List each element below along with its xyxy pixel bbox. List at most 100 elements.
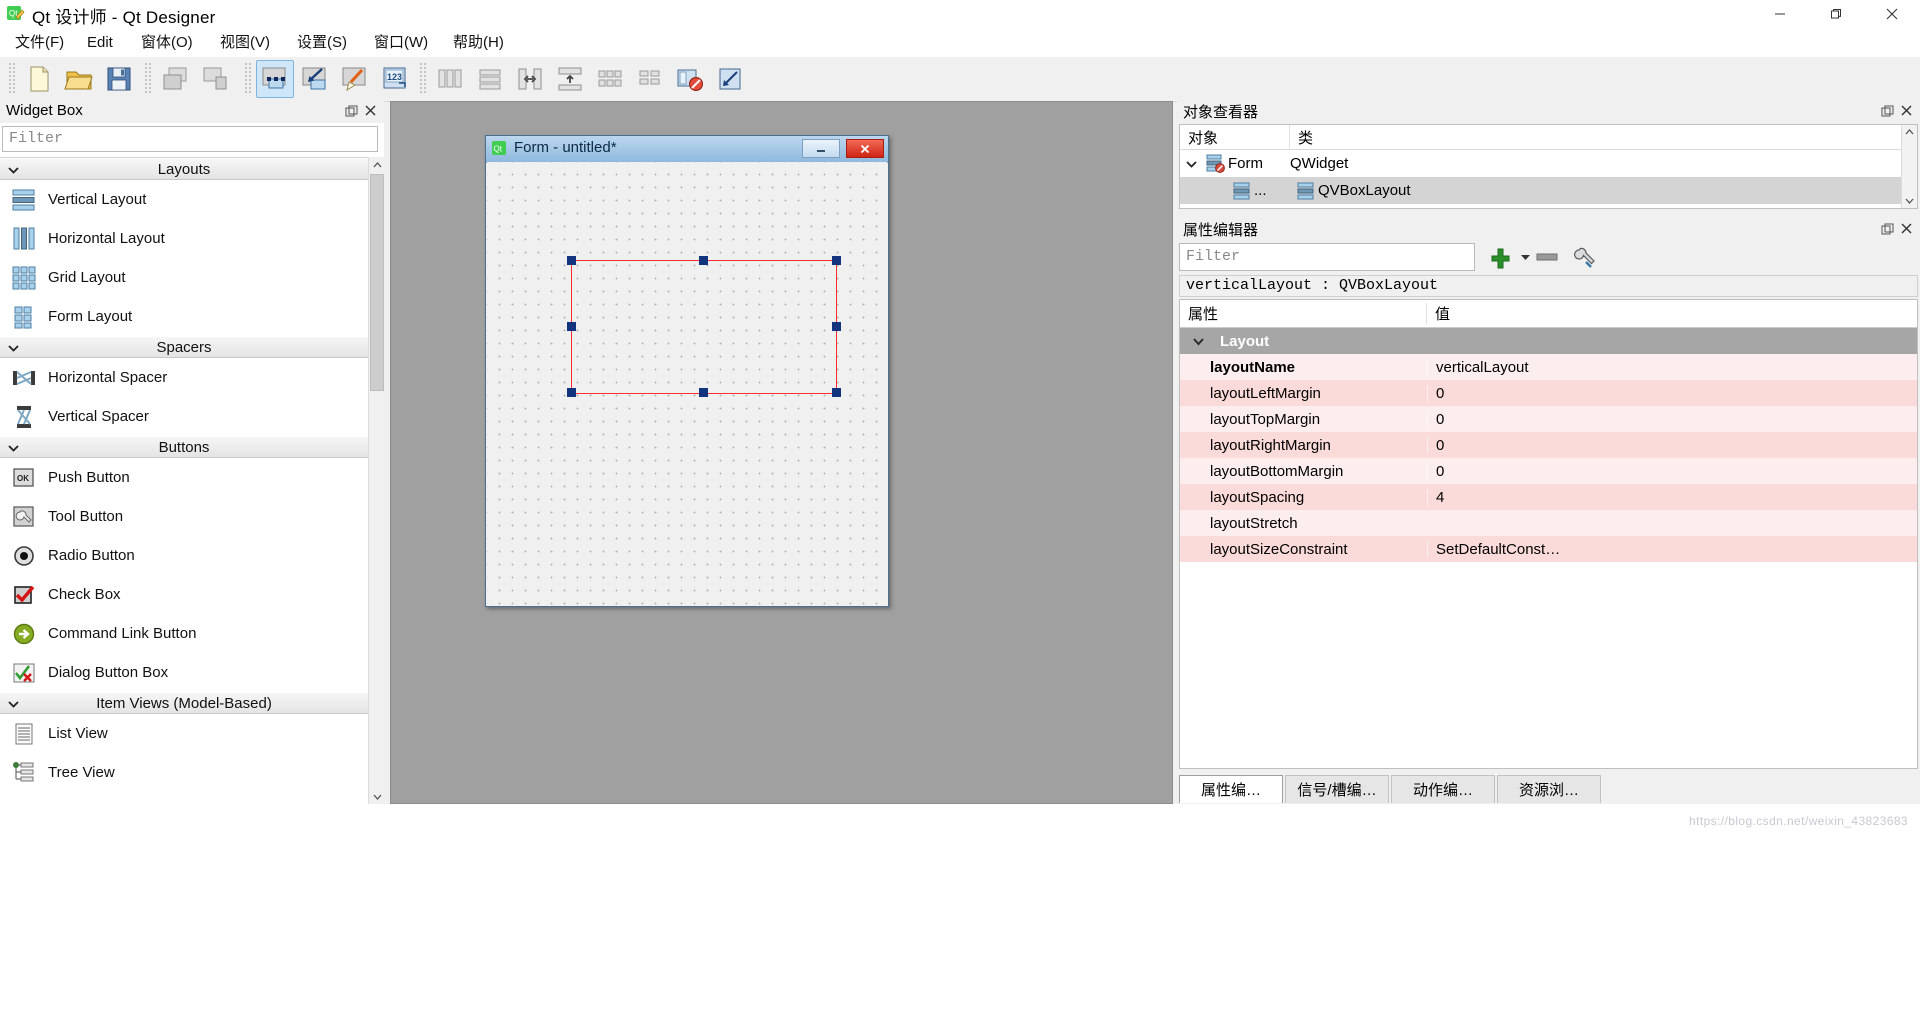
property-value[interactable]: 4 bbox=[1427, 488, 1917, 506]
tab-action-editor[interactable]: 动作编… bbox=[1391, 775, 1495, 803]
resize-handle-top-left[interactable] bbox=[567, 256, 576, 265]
toolbar-grip[interactable] bbox=[143, 63, 152, 95]
property-table[interactable]: 属性 值 Layout layoutName verticalLayout la… bbox=[1179, 299, 1918, 769]
configure-button[interactable] bbox=[1569, 244, 1601, 270]
toolbar-grip[interactable] bbox=[7, 63, 16, 95]
maximize-button[interactable] bbox=[1808, 0, 1864, 28]
widget-box-filter-input[interactable]: Filter bbox=[2, 126, 378, 152]
new-form-button[interactable] bbox=[20, 60, 58, 98]
redo-button[interactable] bbox=[196, 60, 234, 98]
property-value[interactable]: SetDefaultConst… bbox=[1427, 540, 1917, 558]
property-value[interactable]: 0 bbox=[1427, 410, 1917, 428]
chevron-down-icon[interactable] bbox=[1192, 334, 1205, 351]
widget-item-vertical-spacer[interactable]: Vertical Spacer bbox=[0, 397, 368, 436]
widget-item-push-button[interactable]: OK Push Button bbox=[0, 458, 368, 497]
widget-box-list[interactable]: Layouts Vertical Layout Horizontal Layou… bbox=[0, 157, 368, 805]
property-row-layoutBottomMargin[interactable]: layoutBottomMargin 0 bbox=[1180, 458, 1917, 484]
column-property[interactable]: 属性 bbox=[1180, 303, 1427, 324]
menu-settings[interactable]: 设置(S) bbox=[288, 28, 356, 57]
resize-handle-middle-left[interactable] bbox=[567, 322, 576, 331]
widget-box-scrollbar[interactable] bbox=[368, 157, 385, 804]
adjust-size-button[interactable] bbox=[711, 60, 749, 98]
close-icon[interactable] bbox=[1900, 222, 1913, 239]
widget-item-grid-layout[interactable]: Grid Layout bbox=[0, 258, 368, 297]
property-row-layoutTopMargin[interactable]: layoutTopMargin 0 bbox=[1180, 406, 1917, 432]
resize-handle-middle-right[interactable] bbox=[832, 322, 841, 331]
widget-item-command-link-button[interactable]: Command Link Button bbox=[0, 614, 368, 653]
close-icon[interactable] bbox=[1900, 104, 1913, 121]
resize-handle-bottom-center[interactable] bbox=[699, 388, 708, 397]
widget-item-dialog-button-box[interactable]: Dialog Button Box bbox=[0, 653, 368, 692]
property-value[interactable]: 0 bbox=[1427, 436, 1917, 454]
property-row-layoutSizeConstraint[interactable]: layoutSizeConstraint SetDefaultConst… bbox=[1180, 536, 1917, 562]
form-window-caption[interactable]: Qt Form - untitled* bbox=[486, 136, 888, 163]
resize-handle-top-right[interactable] bbox=[832, 256, 841, 265]
widget-box-section-layouts[interactable]: Layouts bbox=[0, 158, 368, 180]
open-form-button[interactable] bbox=[60, 60, 98, 98]
scroll-up-icon[interactable] bbox=[369, 157, 385, 173]
layout-vertically-button[interactable] bbox=[471, 60, 509, 98]
property-row-layoutRightMargin[interactable]: layoutRightMargin 0 bbox=[1180, 432, 1917, 458]
property-value[interactable]: 0 bbox=[1427, 384, 1917, 402]
form-close-button[interactable] bbox=[846, 139, 884, 158]
object-inspector-row-form[interactable]: Form QWidget bbox=[1180, 150, 1917, 177]
property-row-layoutStretch[interactable]: layoutStretch bbox=[1180, 510, 1917, 536]
form-canvas-area[interactable]: Qt Form - untitled* bbox=[390, 101, 1173, 804]
toolbar-grip[interactable] bbox=[243, 63, 252, 95]
break-layout-button[interactable] bbox=[671, 60, 709, 98]
form-minimize-button[interactable] bbox=[802, 139, 840, 158]
toolbar-grip[interactable] bbox=[418, 63, 427, 95]
chevron-down-icon[interactable] bbox=[1180, 158, 1202, 170]
form-design-surface[interactable] bbox=[487, 162, 887, 605]
scroll-down-icon[interactable] bbox=[1902, 193, 1917, 208]
menu-view[interactable]: 视图(V) bbox=[211, 28, 279, 57]
menu-file[interactable]: 文件(F) bbox=[6, 28, 73, 57]
object-inspector-tree[interactable]: 对象 类 Form QWidget ... QVBoxLayout bbox=[1179, 124, 1918, 209]
menu-help[interactable]: 帮助(H) bbox=[444, 28, 513, 57]
close-icon[interactable] bbox=[364, 104, 377, 121]
property-row-layoutSpacing[interactable]: layoutSpacing 4 bbox=[1180, 484, 1917, 510]
edit-tab-order-button[interactable]: 123 bbox=[376, 60, 414, 98]
widget-item-check-box[interactable]: Check Box bbox=[0, 575, 368, 614]
widget-item-vertical-layout[interactable]: Vertical Layout bbox=[0, 180, 368, 219]
layout-horizontally-button[interactable] bbox=[431, 60, 469, 98]
property-value[interactable]: 0 bbox=[1427, 462, 1917, 480]
edit-buddies-button[interactable] bbox=[336, 60, 374, 98]
resize-handle-bottom-right[interactable] bbox=[832, 388, 841, 397]
property-group-layout[interactable]: Layout bbox=[1180, 328, 1917, 354]
widget-box-section-item-views[interactable]: Item Views (Model-Based) bbox=[0, 692, 368, 714]
column-value[interactable]: 值 bbox=[1427, 303, 1450, 324]
widget-box-section-spacers[interactable]: Spacers bbox=[0, 336, 368, 358]
selected-widget[interactable] bbox=[571, 260, 837, 394]
property-row-layoutName[interactable]: layoutName verticalLayout bbox=[1180, 354, 1917, 380]
tab-signal-slot-editor[interactable]: 信号/槽编… bbox=[1285, 775, 1389, 803]
undo-button[interactable] bbox=[156, 60, 194, 98]
widget-item-tree-view[interactable]: Tree View bbox=[0, 753, 368, 792]
layout-splitter-vertical-button[interactable] bbox=[551, 60, 589, 98]
layout-splitter-horizontal-button[interactable] bbox=[511, 60, 549, 98]
object-inspector-scrollbar[interactable] bbox=[1901, 125, 1917, 208]
menu-form[interactable]: 窗体(O) bbox=[132, 28, 202, 57]
tab-resource-browser[interactable]: 资源浏… bbox=[1497, 775, 1601, 803]
property-filter-input[interactable]: Filter bbox=[1179, 243, 1475, 271]
resize-handle-bottom-left[interactable] bbox=[567, 388, 576, 397]
menu-window[interactable]: 窗口(W) bbox=[365, 28, 437, 57]
undock-icon[interactable] bbox=[1881, 105, 1894, 122]
column-object[interactable]: 对象 bbox=[1180, 125, 1290, 149]
widget-item-radio-button[interactable]: Radio Button bbox=[0, 536, 368, 575]
scroll-down-icon[interactable] bbox=[369, 788, 385, 804]
resize-handle-top-center[interactable] bbox=[699, 256, 708, 265]
edit-signals-slots-button[interactable] bbox=[296, 60, 334, 98]
tab-property-editor[interactable]: 属性编… bbox=[1179, 775, 1283, 803]
scroll-up-icon[interactable] bbox=[1902, 125, 1917, 140]
edit-widgets-button[interactable] bbox=[256, 60, 294, 98]
remove-property-button[interactable] bbox=[1531, 244, 1563, 270]
widget-box-section-buttons[interactable]: Buttons bbox=[0, 436, 368, 458]
undock-icon[interactable] bbox=[1881, 223, 1894, 240]
layout-form-button[interactable] bbox=[631, 60, 669, 98]
close-button[interactable] bbox=[1864, 0, 1920, 28]
undock-icon[interactable] bbox=[345, 105, 358, 122]
save-form-button[interactable] bbox=[100, 60, 138, 98]
layout-grid-button[interactable] bbox=[591, 60, 629, 98]
widget-item-list-view[interactable]: List View bbox=[0, 714, 368, 753]
